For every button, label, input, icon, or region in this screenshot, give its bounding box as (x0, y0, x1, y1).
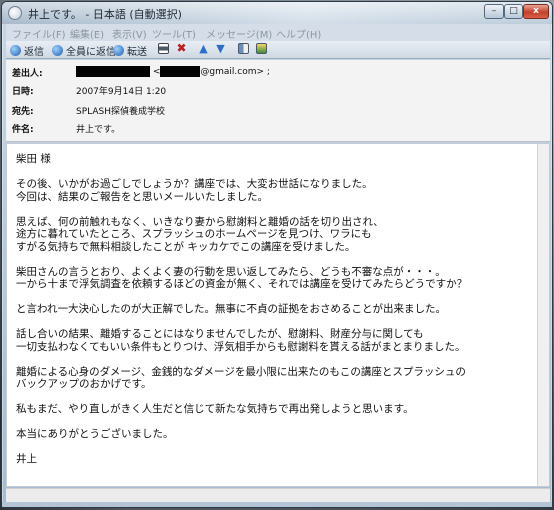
subject-value: 井上です。 (76, 125, 121, 135)
print-icon (158, 43, 169, 54)
body-line (16, 391, 549, 404)
subject-label: 件名: (12, 125, 34, 135)
reply-label: 返信 (24, 47, 44, 58)
contact-icon (256, 43, 267, 54)
vertical-scrollbar[interactable] (537, 144, 549, 486)
delete-button[interactable]: ✖ (176, 41, 190, 55)
body-line (16, 291, 549, 304)
title-bar[interactable]: 井上です。 - 日本語 (自動選択) – □ x (2, 2, 552, 24)
menu-view[interactable]: 表示(V) (112, 26, 147, 41)
body-text: 柴田 様 その後、いかがお過ごしでしょうか？講座では、大変お世話になりました。 … (16, 153, 549, 466)
body-line (16, 416, 549, 429)
menu-tools[interactable]: ツール(T) (152, 26, 196, 41)
message-header: 差出人: < @gmail.com> ; 日時: 2007年9月14日 1:20 … (6, 60, 550, 142)
next-icon: ▼ (216, 42, 225, 55)
body-line: 話し合いの結果、離婚することにはなりませんでしたが、慰謝料、財産分与に関しても (16, 328, 424, 340)
menu-file[interactable]: ファイル(F) (12, 26, 66, 41)
message-body[interactable]: 柴田 様 その後、いかがお過ごしでしょうか？講座では、大変お世話になりました。 … (6, 143, 550, 487)
address-book-icon (238, 43, 249, 54)
body-line: 柴田 様 (16, 153, 51, 165)
mail-app-icon (8, 6, 22, 20)
body-line: と言われ一大決心したのが大正解でした。無事に不貞の証拠をおさめることが出来ました… (16, 303, 446, 315)
from-value: < @gmail.com> ; (76, 66, 270, 77)
body-line: 柴田さんの言うとおり、よくよく妻の行動を思い返してみたら、どうも不審な点が・・・… (16, 265, 446, 278)
redacted-sender-name (76, 66, 150, 77)
menu-bar: ファイル(F) 編集(E) 表示(V) ツール(T) メッセージ(M) ヘルプ(… (6, 24, 550, 41)
body-line: 今回は、結果のご報告をと思いメールいたしました。 (16, 190, 268, 203)
body-line (16, 203, 549, 216)
print-button[interactable] (158, 43, 172, 54)
message-window: 井上です。 - 日本語 (自動選択) – □ x ファイル(F) 編集(E) 表… (1, 1, 553, 508)
from-domain: @gmail.com> ; (200, 67, 270, 77)
to-label: 宛先: (12, 107, 34, 117)
toolbar: 返信 全員に返信 転送 ✖ ▲ ▼ (6, 41, 550, 59)
body-line: バックアップのおかげです。 (16, 378, 152, 390)
status-bar (2, 502, 552, 507)
body-line: 本当にありがとうございました。 (16, 428, 174, 440)
body-line (16, 441, 549, 454)
menu-help[interactable]: ヘルプ(H) (276, 26, 321, 41)
address-book-button[interactable] (238, 43, 252, 54)
body-line: 途方に暮れていたところ、スプラッシュのホームページを見つけ、ワラにも (16, 228, 372, 240)
reply-icon (10, 45, 21, 56)
next-button[interactable]: ▼ (215, 43, 229, 54)
delete-icon: ✖ (176, 41, 187, 55)
forward-label: 転送 (127, 47, 147, 58)
redacted-sender-user (160, 66, 201, 77)
from-lt: < (152, 67, 161, 77)
forward-button[interactable]: 転送 (113, 43, 147, 58)
body-line (16, 253, 549, 266)
body-line (16, 316, 549, 329)
reply-all-icon (52, 45, 63, 56)
body-line: 一切支払わなくてもいい条件もとりつけ、浮気相手からも慰謝料を貰える話がまとまりま… (16, 340, 466, 353)
close-button[interactable]: x (523, 4, 549, 19)
horizontal-scrollbar[interactable] (6, 488, 550, 502)
body-line (16, 166, 549, 179)
body-line: 思えば、何の前触れもなく、いきなり妻から慰謝料と離婚の話を切り出され、 (16, 215, 384, 228)
reply-all-label: 全員に返信 (66, 47, 116, 58)
previous-button[interactable]: ▲ (198, 43, 212, 54)
from-label: 差出人: (12, 69, 43, 79)
minimize-button[interactable]: – (484, 4, 504, 19)
body-line: その後、いかがお過ごしでしょうか？講座では、大変お世話になりました。 (16, 178, 373, 190)
body-line: 離婚による心身のダメージ、金銭的なダメージを最小限に出来たのもこの講座とスプラッ… (16, 365, 466, 378)
previous-icon: ▲ (199, 42, 208, 55)
forward-icon (113, 45, 124, 56)
menu-edit[interactable]: 編集(E) (70, 26, 104, 41)
body-line: 井上 (16, 453, 37, 465)
maximize-button[interactable]: □ (504, 4, 523, 19)
menu-message[interactable]: メッセージ(M) (206, 26, 272, 41)
body-line: 一から十まで浮気調査を依頼するほどの資金が無く、それでは講座を受けてみたらどうで… (16, 278, 468, 290)
contact-button[interactable] (256, 43, 270, 54)
body-line: すがる気持ちで無料相談したことが キッカケでこの講座を受けました。 (16, 240, 356, 253)
reply-all-button[interactable]: 全員に返信 (52, 43, 116, 58)
date-value: 2007年9月14日 1:20 (76, 87, 167, 97)
body-line: 私もまだ、やり直しがきく人生だと信じて新たな気持ちで再出発しようと思います。 (16, 403, 414, 415)
body-line (16, 353, 549, 366)
reply-button[interactable]: 返信 (10, 43, 44, 58)
date-label: 日時: (12, 87, 34, 97)
to-value: SPLASH探偵養成学校 (76, 107, 165, 117)
window-title: 井上です。 - 日本語 (自動選択) (28, 8, 182, 21)
